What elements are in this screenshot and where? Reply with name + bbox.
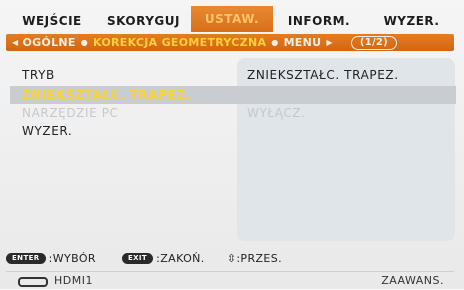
enter-key-icon: ENTER [6,253,46,264]
menu-row-mode[interactable]: TRYB [22,68,55,82]
page-indicator: (1/2) [350,35,398,50]
subnav-item-menu[interactable]: MENU [284,36,322,49]
updown-arrows-icon: ⇳ [226,252,237,265]
menu-row-reset[interactable]: WYZER. [22,124,72,138]
subnav-item-geometric-correction[interactable]: KOREKCJA GEOMETRYCZNA [93,36,266,49]
menu-tabs: WEJŚCIE SKORYGUJ USTAW. INFORM. WYZER. [8,6,458,32]
tab-info[interactable]: INFORM. [273,10,365,32]
input-source: HDMI1 [54,274,93,287]
right-arrow-icon[interactable]: ▶ [326,38,332,47]
exit-key-icon: EXIT [121,253,154,264]
tab-reset[interactable]: WYZER. [365,10,458,32]
hdmi-port-icon [18,277,48,287]
menu-mode: ZAAWANS. [381,274,444,287]
menu-value-pc-tool: WYŁĄCZ. [247,106,306,120]
left-arrow-icon[interactable]: ◀ [12,38,18,47]
key-hints: ENTER :WYBÓR EXIT :ZAKOŃ. ⇳ :PRZES. [6,252,454,265]
projector-osd-menu: WEJŚCIE SKORYGUJ USTAW. INFORM. WYZER. ◀… [0,0,464,289]
menu-value-mode: ZNIEKSZTAŁC. TRAPEZ. [247,68,399,82]
bullet-icon: ● [80,38,88,47]
tab-input[interactable]: WEJŚCIE [8,10,96,32]
menu-row-pc-tool: NARZĘDZIE PC [22,106,119,120]
hint-select: :WYBÓR [48,252,96,265]
tab-adjust[interactable]: SKORYGUJ [96,10,191,32]
tab-setup[interactable]: USTAW. [191,6,273,32]
subnav-item-general[interactable]: OGÓLNE [22,36,75,49]
hint-move: :PRZES. [236,252,283,265]
status-bar: HDMI1 ZAAWANS. [6,271,454,290]
hint-exit: :ZAKOŃ. [156,252,205,265]
subnav-bar: ◀ OGÓLNE ● KOREKCJA GEOMETRYCZNA ● MENU … [6,34,454,51]
bullet-icon: ● [271,38,279,47]
menu-row-keystone[interactable]: ZNIEKSZTAŁC. TRAPEZ. [22,88,191,102]
